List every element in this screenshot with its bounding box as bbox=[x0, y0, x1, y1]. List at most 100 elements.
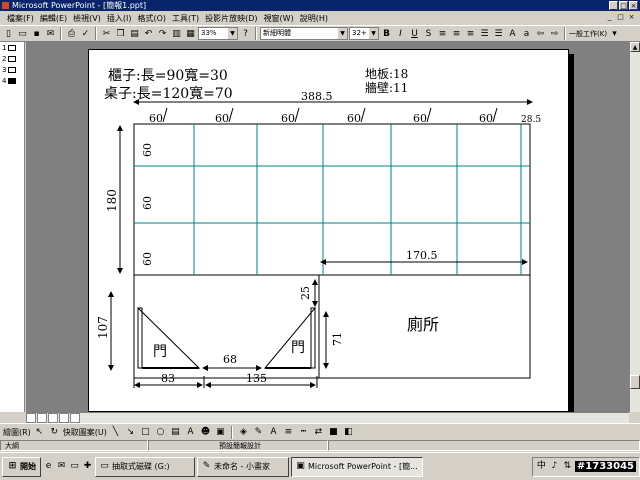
doc-restore-button[interactable]: □ bbox=[616, 13, 625, 22]
3d-icon[interactable]: ◧ bbox=[342, 426, 355, 439]
scroll-up-icon[interactable]: ▲ bbox=[630, 42, 640, 52]
increase-font-icon[interactable]: A bbox=[506, 27, 519, 40]
volume-icon[interactable]: ♪ bbox=[549, 461, 560, 472]
zoom-combo[interactable]: 33% ▼ bbox=[198, 27, 238, 40]
shadow-button[interactable]: S bbox=[422, 27, 435, 40]
outlook-icon[interactable]: ✉ bbox=[56, 461, 67, 472]
cut-icon[interactable]: ✂ bbox=[100, 27, 113, 40]
underline-button[interactable]: U bbox=[408, 27, 421, 40]
email-icon[interactable]: ✉ bbox=[44, 27, 57, 40]
close-button[interactable]: × bbox=[629, 1, 638, 10]
line-tool-icon[interactable]: ╲ bbox=[109, 426, 122, 439]
desktop-icon[interactable]: ▭ bbox=[69, 461, 80, 472]
align-left-icon[interactable]: ≡ bbox=[436, 27, 449, 40]
clipart-icon[interactable]: ☻ bbox=[199, 426, 212, 439]
slide-editing-area[interactable]: 櫃子:長=90寬=30 桌子:長=120寬=70 地板:18 牆壁:11 388… bbox=[26, 42, 629, 412]
powerpoint-app-icon[interactable] bbox=[2, 2, 9, 9]
menu-slideshow[interactable]: 投影片放映(D) bbox=[202, 13, 260, 24]
font-name-combo[interactable]: 新細明體 ▼ bbox=[260, 27, 348, 40]
slideshow-view-icon[interactable] bbox=[70, 413, 80, 423]
scroll-thumb[interactable] bbox=[630, 375, 640, 389]
task-paint[interactable]: ✎ 未命名 - 小畫家 bbox=[197, 456, 289, 477]
textbox-icon[interactable]: ▤ bbox=[169, 426, 182, 439]
open-icon[interactable]: ▭ bbox=[16, 27, 29, 40]
maximize-button[interactable]: □ bbox=[619, 1, 628, 10]
bold-button[interactable]: B bbox=[380, 27, 393, 40]
slide-number: 2 bbox=[2, 54, 7, 63]
copy-icon[interactable]: ❐ bbox=[114, 27, 127, 40]
save-icon[interactable]: ▪ bbox=[30, 27, 43, 40]
oval-tool-icon[interactable]: ○ bbox=[154, 426, 167, 439]
free-rotate-icon[interactable]: ↻ bbox=[48, 426, 61, 439]
powerpoint-icon: ▣ bbox=[296, 461, 305, 471]
common-tasks-button[interactable]: 一般工作(K) bbox=[569, 29, 607, 39]
task-powerpoint[interactable]: ▣ Microsoft PowerPoint - [簡... bbox=[291, 456, 423, 477]
outline-slide-item[interactable]: 2 bbox=[0, 53, 24, 64]
redo-icon[interactable]: ↷ bbox=[156, 27, 169, 40]
bullets-icon[interactable]: ☰ bbox=[492, 27, 505, 40]
paste-icon[interactable]: ▤ bbox=[128, 27, 141, 40]
ime-icon[interactable]: 中 bbox=[536, 461, 547, 472]
menu-tools[interactable]: 工具(T) bbox=[169, 13, 202, 24]
outline-slide-item[interactable]: 3 bbox=[0, 64, 24, 75]
line-style-icon[interactable]: ≡ bbox=[282, 426, 295, 439]
promote-icon[interactable]: ⇨ bbox=[548, 27, 561, 40]
wordart-icon[interactable]: A bbox=[184, 426, 197, 439]
help-icon[interactable]: ? bbox=[239, 27, 252, 40]
autoshapes-button[interactable]: 快取圖案(U) bbox=[63, 427, 107, 438]
shadow-icon[interactable]: ■ bbox=[327, 426, 340, 439]
dim-row-label: 60 bbox=[141, 252, 154, 266]
menu-view[interactable]: 檢視(V) bbox=[70, 13, 104, 24]
select-pointer-icon[interactable]: ↖ bbox=[33, 426, 46, 439]
vertical-scrollbar[interactable]: ▲ bbox=[629, 42, 640, 412]
arrow-style-icon[interactable]: ⇄ bbox=[312, 426, 325, 439]
menu-file[interactable]: 檔案(F) bbox=[4, 13, 37, 24]
chevron-down-icon[interactable]: ▼ bbox=[338, 28, 347, 39]
align-center-icon[interactable]: ≡ bbox=[450, 27, 463, 40]
slide-canvas[interactable]: 櫃子:長=90寬=30 桌子:長=120寬=70 地板:18 牆壁:11 388… bbox=[88, 49, 569, 412]
chevron-down-icon[interactable]: ▼ bbox=[228, 28, 237, 39]
minimize-button[interactable]: _ bbox=[609, 1, 618, 10]
start-button[interactable]: ⊞ 開始 bbox=[2, 456, 41, 477]
doc-close-button[interactable]: × bbox=[627, 13, 636, 22]
media-icon[interactable]: ✚ bbox=[82, 461, 93, 472]
print-icon[interactable]: ⎙ bbox=[65, 27, 78, 40]
task-removable-disk[interactable]: ▭ 抽取式磁碟 (G:) bbox=[95, 456, 195, 477]
font-color-icon[interactable]: A bbox=[267, 426, 280, 439]
italic-button[interactable]: I bbox=[394, 27, 407, 40]
chevron-down-icon[interactable]: ▼ bbox=[369, 28, 378, 39]
menu-window[interactable]: 視窗(W) bbox=[261, 13, 297, 24]
horizontal-scrollbar[interactable] bbox=[26, 412, 629, 423]
numbering-icon[interactable]: ☰ bbox=[478, 27, 491, 40]
new-icon[interactable]: ▯ bbox=[2, 27, 15, 40]
demote-icon[interactable]: ⇦ bbox=[534, 27, 547, 40]
draw-menu-button[interactable]: 繪圖(R) bbox=[3, 427, 31, 438]
menu-insert[interactable]: 插入(I) bbox=[104, 13, 135, 24]
dash-style-icon[interactable]: ┅ bbox=[297, 426, 310, 439]
rectangle-tool-icon[interactable]: □ bbox=[139, 426, 152, 439]
font-size-combo[interactable]: 32+ ▼ bbox=[349, 27, 379, 40]
spelling-icon[interactable]: ✓ bbox=[79, 27, 92, 40]
network-icon[interactable]: ⇅ bbox=[562, 461, 573, 472]
chevron-down-icon[interactable]: ▾ bbox=[608, 27, 621, 40]
menu-help[interactable]: 說明(H) bbox=[297, 13, 331, 24]
decrease-font-icon[interactable]: a bbox=[520, 27, 533, 40]
outline-slide-item[interactable]: 1 bbox=[0, 42, 24, 53]
outline-view-icon[interactable] bbox=[37, 413, 47, 423]
doc-minimize-button[interactable]: _ bbox=[605, 13, 614, 22]
menu-format[interactable]: 格式(O) bbox=[134, 13, 169, 24]
line-color-icon[interactable]: ✎ bbox=[252, 426, 265, 439]
normal-view-icon[interactable] bbox=[26, 413, 36, 423]
fill-color-icon[interactable]: ◈ bbox=[237, 426, 250, 439]
table-icon[interactable]: ▦ bbox=[184, 27, 197, 40]
outline-slide-item-active[interactable]: 4 bbox=[0, 75, 24, 86]
chart-icon[interactable]: ▥ bbox=[170, 27, 183, 40]
undo-icon[interactable]: ↶ bbox=[142, 27, 155, 40]
internet-explorer-icon[interactable]: e bbox=[43, 461, 54, 472]
slide-sorter-view-icon[interactable] bbox=[59, 413, 69, 423]
insert-picture-icon[interactable]: ▣ bbox=[214, 426, 227, 439]
slide-view-icon[interactable] bbox=[48, 413, 58, 423]
align-right-icon[interactable]: ≡ bbox=[464, 27, 477, 40]
menu-edit[interactable]: 編輯(E) bbox=[37, 13, 70, 24]
arrow-tool-icon[interactable]: ↘ bbox=[124, 426, 137, 439]
